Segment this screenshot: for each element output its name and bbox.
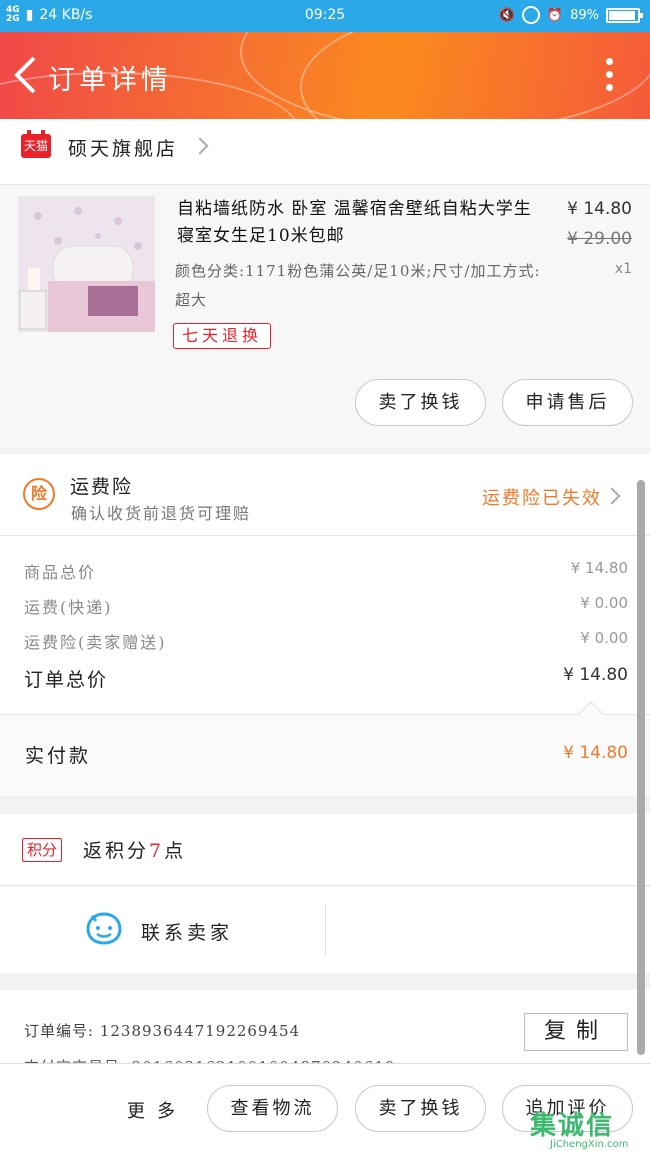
sell-again-bottom-button[interactable]: 卖了换钱 <box>355 1085 486 1132</box>
order-total-label: 订单总价 <box>24 669 109 691</box>
order-number: 订单编号: 1238936447192269454 <box>24 1022 301 1040</box>
contact-seller-button[interactable]: 联系卖家 <box>141 918 233 945</box>
summary-value: ¥ 14.80 <box>570 559 628 577</box>
divider <box>325 905 326 955</box>
insurance-icon: 险 <box>23 478 55 510</box>
summary-value: ¥ 0.00 <box>580 594 628 612</box>
more-menu-icon[interactable] <box>606 58 614 94</box>
summary-value: ¥ 0.00 <box>580 629 628 647</box>
points-suffix: 点 <box>164 840 187 862</box>
points-text: 返积分7点 <box>83 836 186 863</box>
copy-button[interactable]: 复制 <box>524 1013 628 1051</box>
status-bar: 4G 2G ▮ 24 KB/s 09:25 🔇 ⏰ 89% <box>0 0 650 32</box>
seven-day-return-badge: 七天退换 <box>173 323 272 349</box>
summary-label: 运费(快递) <box>24 598 113 617</box>
watermark-text: 集诚信 <box>530 1111 615 1141</box>
battery-icon <box>606 7 643 23</box>
points-badge: 积分 <box>22 838 63 862</box>
rotation-lock-icon <box>521 6 540 24</box>
paid-amount-row: 实付款 ¥ 14.80 <box>0 701 650 796</box>
after-sales-button[interactable]: 申请售后 <box>502 379 633 426</box>
top-nav-bar: 订单详情 <box>0 32 650 119</box>
watermark-logo: 集诚信 JiChengXin.com <box>530 1103 648 1155</box>
shop-name[interactable]: 硕天旗舰店 <box>68 134 178 161</box>
summary-row: 运费险(卖家赠送) ¥ 0.00 <box>0 629 650 659</box>
order-total-row: 订单总价 ¥ 14.80 <box>0 665 650 695</box>
summary-label: 运费险(卖家赠送) <box>24 633 167 652</box>
points-count: 7 <box>149 840 165 862</box>
chevron-right-icon <box>191 137 209 155</box>
price-summary: 商品总价 ¥ 14.80 运费(快递) ¥ 0.00 运费险(卖家赠送) ¥ 0… <box>0 536 650 714</box>
summary-label: 商品总价 <box>24 563 97 582</box>
summary-row: 商品总价 ¥ 14.80 <box>0 559 650 589</box>
points-row: 积分 返积分7点 <box>0 814 650 886</box>
paid-value: ¥ 14.80 <box>563 743 628 763</box>
view-logistics-button[interactable]: 查看物流 <box>207 1085 338 1132</box>
summary-row: 运费(快递) ¥ 0.00 <box>0 594 650 624</box>
sell-again-button[interactable]: 卖了换钱 <box>355 379 486 426</box>
contact-seller-row: 联系卖家 <box>0 887 650 973</box>
insurance-title: 运费险 <box>70 476 134 498</box>
insurance-status: 运费险已失效 <box>482 488 602 509</box>
watermark-site: JiChengXin.com <box>550 1139 629 1150</box>
mute-icon: 🔇 <box>498 7 515 23</box>
page-title: 订单详情 <box>48 65 172 96</box>
alarm-icon: ⏰ <box>546 7 564 23</box>
back-arrow-icon[interactable] <box>14 56 36 94</box>
product-quantity: x1 <box>614 261 632 277</box>
shipping-insurance-row[interactable]: 险 运费险 确认收货前退货可理赔 运费险已失效 <box>0 454 650 536</box>
shop-row[interactable]: 天猫 硕天旗舰店 <box>0 119 650 185</box>
more-button[interactable]: 更多 <box>127 1097 187 1123</box>
tmall-icon: 天猫 <box>21 130 51 158</box>
order-total-value: ¥ 14.80 <box>563 665 628 685</box>
product-title[interactable]: 自粘墙纸防水 卧室 温馨宿舍壁纸自粘大学生 寝室女生足10米包邮 <box>177 196 547 250</box>
scrollbar[interactable] <box>637 480 645 1055</box>
order-info: 订单编号: 1238936447192269454 复制 支付宝交易号: 201… <box>0 990 650 1070</box>
paid-label: 实付款 <box>25 745 92 767</box>
product-card[interactable]: 自粘墙纸防水 卧室 温馨宿舍壁纸自粘大学生 寝室女生足10米包邮 颜色分类:11… <box>0 185 650 447</box>
chevron-right-icon <box>603 487 621 505</box>
chat-bubble-icon[interactable] <box>86 912 122 946</box>
product-original-price: ¥ 29.00 <box>567 229 632 249</box>
decor-wave <box>300 32 650 119</box>
product-sku: 颜色分类:1171粉色蒲公英/足10米;尺寸/加工方式:超大 <box>175 262 541 309</box>
points-prefix: 返积分 <box>83 840 150 862</box>
product-image[interactable] <box>18 196 155 332</box>
insurance-subtitle: 确认收货前退货可理赔 <box>71 504 252 523</box>
status-right: 🔇 ⏰ 89% <box>498 6 643 24</box>
product-price: ¥ 14.80 <box>567 199 632 219</box>
battery-percent: 89% <box>570 7 599 23</box>
